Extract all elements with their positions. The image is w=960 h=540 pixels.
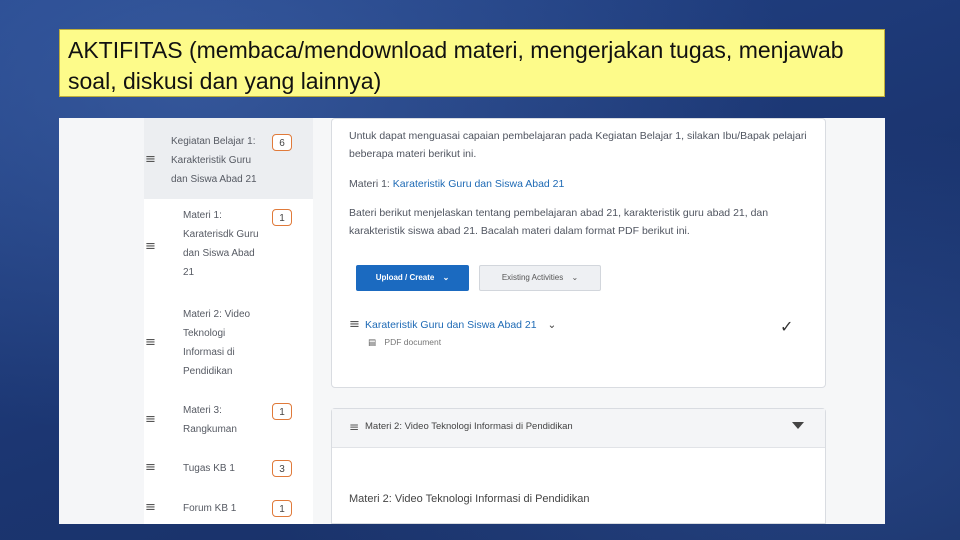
sidebar-item-label: Forum KB 1	[183, 503, 237, 514]
drag-handle-icon[interactable]: ≡	[145, 500, 156, 515]
sidebar-item-tugas-kb-1[interactable]: Tugas KB 1 3	[144, 447, 313, 488]
file-type-label: PDF document	[384, 337, 442, 347]
materi-2-body-title: Materi 2: Video Teknologi Informasi di P…	[349, 493, 590, 505]
upload-create-button[interactable]: Upload / Create ⌄	[356, 265, 469, 291]
file-type-row: ▤ PDF document	[368, 337, 441, 348]
materi-heading: Materi 1: Karateristik Guru dan Siswa Ab…	[349, 175, 809, 193]
materi-2-card: ≡ Materi 2: Video Teknologi Informasi di…	[331, 408, 826, 524]
materi-link[interactable]: Karateristik Guru dan Siswa Abad 21	[393, 178, 565, 190]
module-sidebar: Kegiatan Belajar 1: Karakteristik Guru d…	[59, 118, 313, 524]
sidebar-item-label: Materi 2: Video Teknologi Informasi di P…	[183, 309, 251, 377]
sidebar-item-forum-kb-1[interactable]: Forum KB 1 1	[144, 487, 313, 524]
materi-2-header-title: Materi 2: Video Teknologi Informasi di P…	[365, 421, 573, 432]
drag-handle-icon[interactable]: ≡	[145, 460, 156, 475]
upload-create-label: Upload / Create	[375, 273, 435, 282]
drag-handle-icon[interactable]: ≡	[145, 412, 156, 427]
drag-handle-icon[interactable]: ≡	[349, 317, 360, 332]
collapse-caret-icon[interactable]	[792, 422, 804, 429]
sidebar-item-label: Materi 3: Rangkuman	[183, 405, 237, 435]
drag-handle-icon[interactable]: ≡	[349, 420, 359, 434]
sidebar-item-materi-3[interactable]: Materi 3: Rangkuman 1	[144, 391, 313, 448]
description-text: Bateri berikut menjelaskan tentang pembe…	[349, 207, 769, 237]
count-badge: 3	[272, 460, 292, 477]
existing-activities-button[interactable]: Existing Activities ⌄	[479, 265, 601, 291]
chevron-down-icon: ⌄	[571, 273, 579, 282]
count-badge: 1	[272, 403, 292, 420]
lms-screenshot: Kegiatan Belajar 1: Karakteristik Guru d…	[59, 118, 885, 524]
materi-prefix: Materi 1:	[349, 178, 393, 190]
slide-title: AKTIFITAS (membaca/mendownload materi, m…	[68, 37, 844, 94]
count-badge: 1	[272, 209, 292, 226]
content-pane: Untuk dapat menguasai capaian pembelajar…	[313, 118, 885, 524]
sidebar-item-materi-2[interactable]: Materi 2: Video Teknologi Informasi di P…	[144, 295, 313, 392]
slide-title-box: AKTIFITAS (membaca/mendownload materi, m…	[59, 29, 885, 97]
sidebar-item-label: Tugas KB 1	[183, 463, 235, 474]
count-badge: 1	[272, 500, 292, 517]
file-link-row[interactable]: Karateristik Guru dan Siswa Abad 21 ⌄	[365, 319, 556, 331]
chevron-down-icon: ⌄	[442, 273, 450, 282]
materi-1-card: Untuk dapat menguasai capaian pembelajar…	[331, 118, 826, 388]
checkmark-icon[interactable]: ✓	[780, 317, 793, 336]
chevron-down-icon[interactable]: ⌄	[548, 319, 557, 331]
sidebar-item-materi-1[interactable]: Materi 1: Karaterisdk Guru dan Siswa Aba…	[144, 199, 313, 296]
existing-activities-label: Existing Activities	[501, 273, 564, 282]
sidebar-item-kegiatan-belajar-1[interactable]: Kegiatan Belajar 1: Karakteristik Guru d…	[144, 118, 313, 200]
drag-handle-icon[interactable]: ≡	[145, 152, 156, 167]
drag-handle-icon[interactable]: ≡	[145, 239, 156, 254]
file-name-link[interactable]: Karateristik Guru dan Siswa Abad 21	[365, 319, 537, 331]
drag-handle-icon[interactable]: ≡	[145, 335, 156, 350]
sidebar-item-label: Materi 1: Karaterisdk Guru dan Siswa Aba…	[183, 210, 259, 278]
document-icon: ▤	[368, 338, 377, 348]
count-badge: 6	[272, 134, 292, 151]
materi-2-header[interactable]: ≡ Materi 2: Video Teknologi Informasi di…	[332, 409, 825, 448]
intro-text: Untuk dapat menguasai capaian pembelajar…	[349, 130, 807, 160]
sidebar-item-label: Kegiatan Belajar 1: Karakteristik Guru d…	[171, 136, 257, 185]
